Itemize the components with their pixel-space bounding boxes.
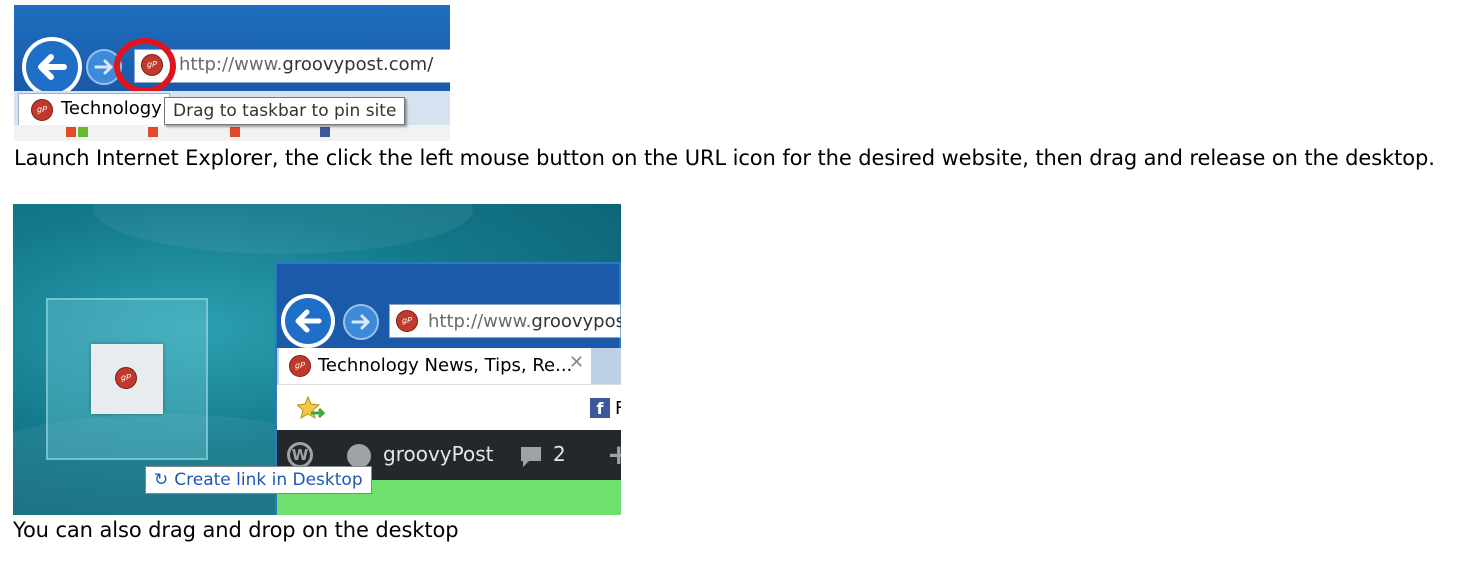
address-bar[interactable]: gP http://www.groovypost.com/: [134, 49, 450, 83]
screenshot-desktop-drag: gP gP http://www.groovypost gP Technolog…: [13, 204, 621, 515]
tab-label: Technology: [61, 98, 162, 119]
favorites-bar: [14, 125, 450, 141]
drag-ghost-tile: gP: [91, 344, 163, 414]
tab-label: Technology News, Tips, Re...: [318, 355, 573, 376]
command-bar: f Fa: [277, 384, 621, 431]
forward-arrow-icon: [351, 314, 371, 330]
tab-favicon-icon: gP: [289, 355, 311, 377]
wordpress-icon[interactable]: W: [287, 442, 313, 468]
add-new-icon[interactable]: +: [607, 438, 621, 471]
back-button[interactable]: [22, 37, 82, 97]
back-arrow-icon: [295, 309, 322, 333]
link-arrow-icon: ↻: [154, 470, 169, 490]
comments-icon[interactable]: [519, 445, 543, 469]
forward-button[interactable]: [343, 304, 379, 340]
dragged-favicon-icon: gP: [115, 367, 137, 389]
browser-tab[interactable]: gP Technology: [18, 93, 170, 126]
site-favicon-icon[interactable]: gP: [396, 310, 418, 332]
wp-site-name[interactable]: groovyPost: [383, 442, 493, 466]
browser-tab[interactable]: gP Technology News, Tips, Re... ✕: [279, 348, 591, 384]
back-button[interactable]: [281, 294, 335, 348]
back-arrow-icon: [38, 54, 67, 80]
comment-count: 2: [553, 442, 566, 466]
address-url: http://www.groovypost.com/: [179, 54, 434, 75]
screenshot-ie-address-bar: gP http://www.groovypost.com/ gP Technol…: [14, 5, 450, 141]
address-bar[interactable]: gP http://www.groovypost: [389, 304, 621, 338]
add-favorite-star-icon[interactable]: [297, 396, 325, 422]
facebook-icon[interactable]: f: [590, 398, 610, 418]
highlight-circle: [114, 38, 176, 94]
caption-drag-desktop: You can also drag and drop on the deskto…: [13, 518, 459, 542]
create-link-tooltip: ↻ Create link in Desktop: [145, 466, 372, 494]
facebook-label[interactable]: Fa: [615, 398, 621, 419]
pin-site-tooltip: Drag to taskbar to pin site: [164, 97, 406, 125]
tab-close-icon[interactable]: ✕: [569, 352, 584, 373]
caption-launch-ie: Launch Internet Explorer, the click the …: [14, 146, 1435, 170]
dashboard-gauge-icon[interactable]: [347, 444, 371, 468]
tab-favicon-icon: gP: [31, 99, 53, 121]
address-url: http://www.groovypost: [428, 311, 621, 332]
